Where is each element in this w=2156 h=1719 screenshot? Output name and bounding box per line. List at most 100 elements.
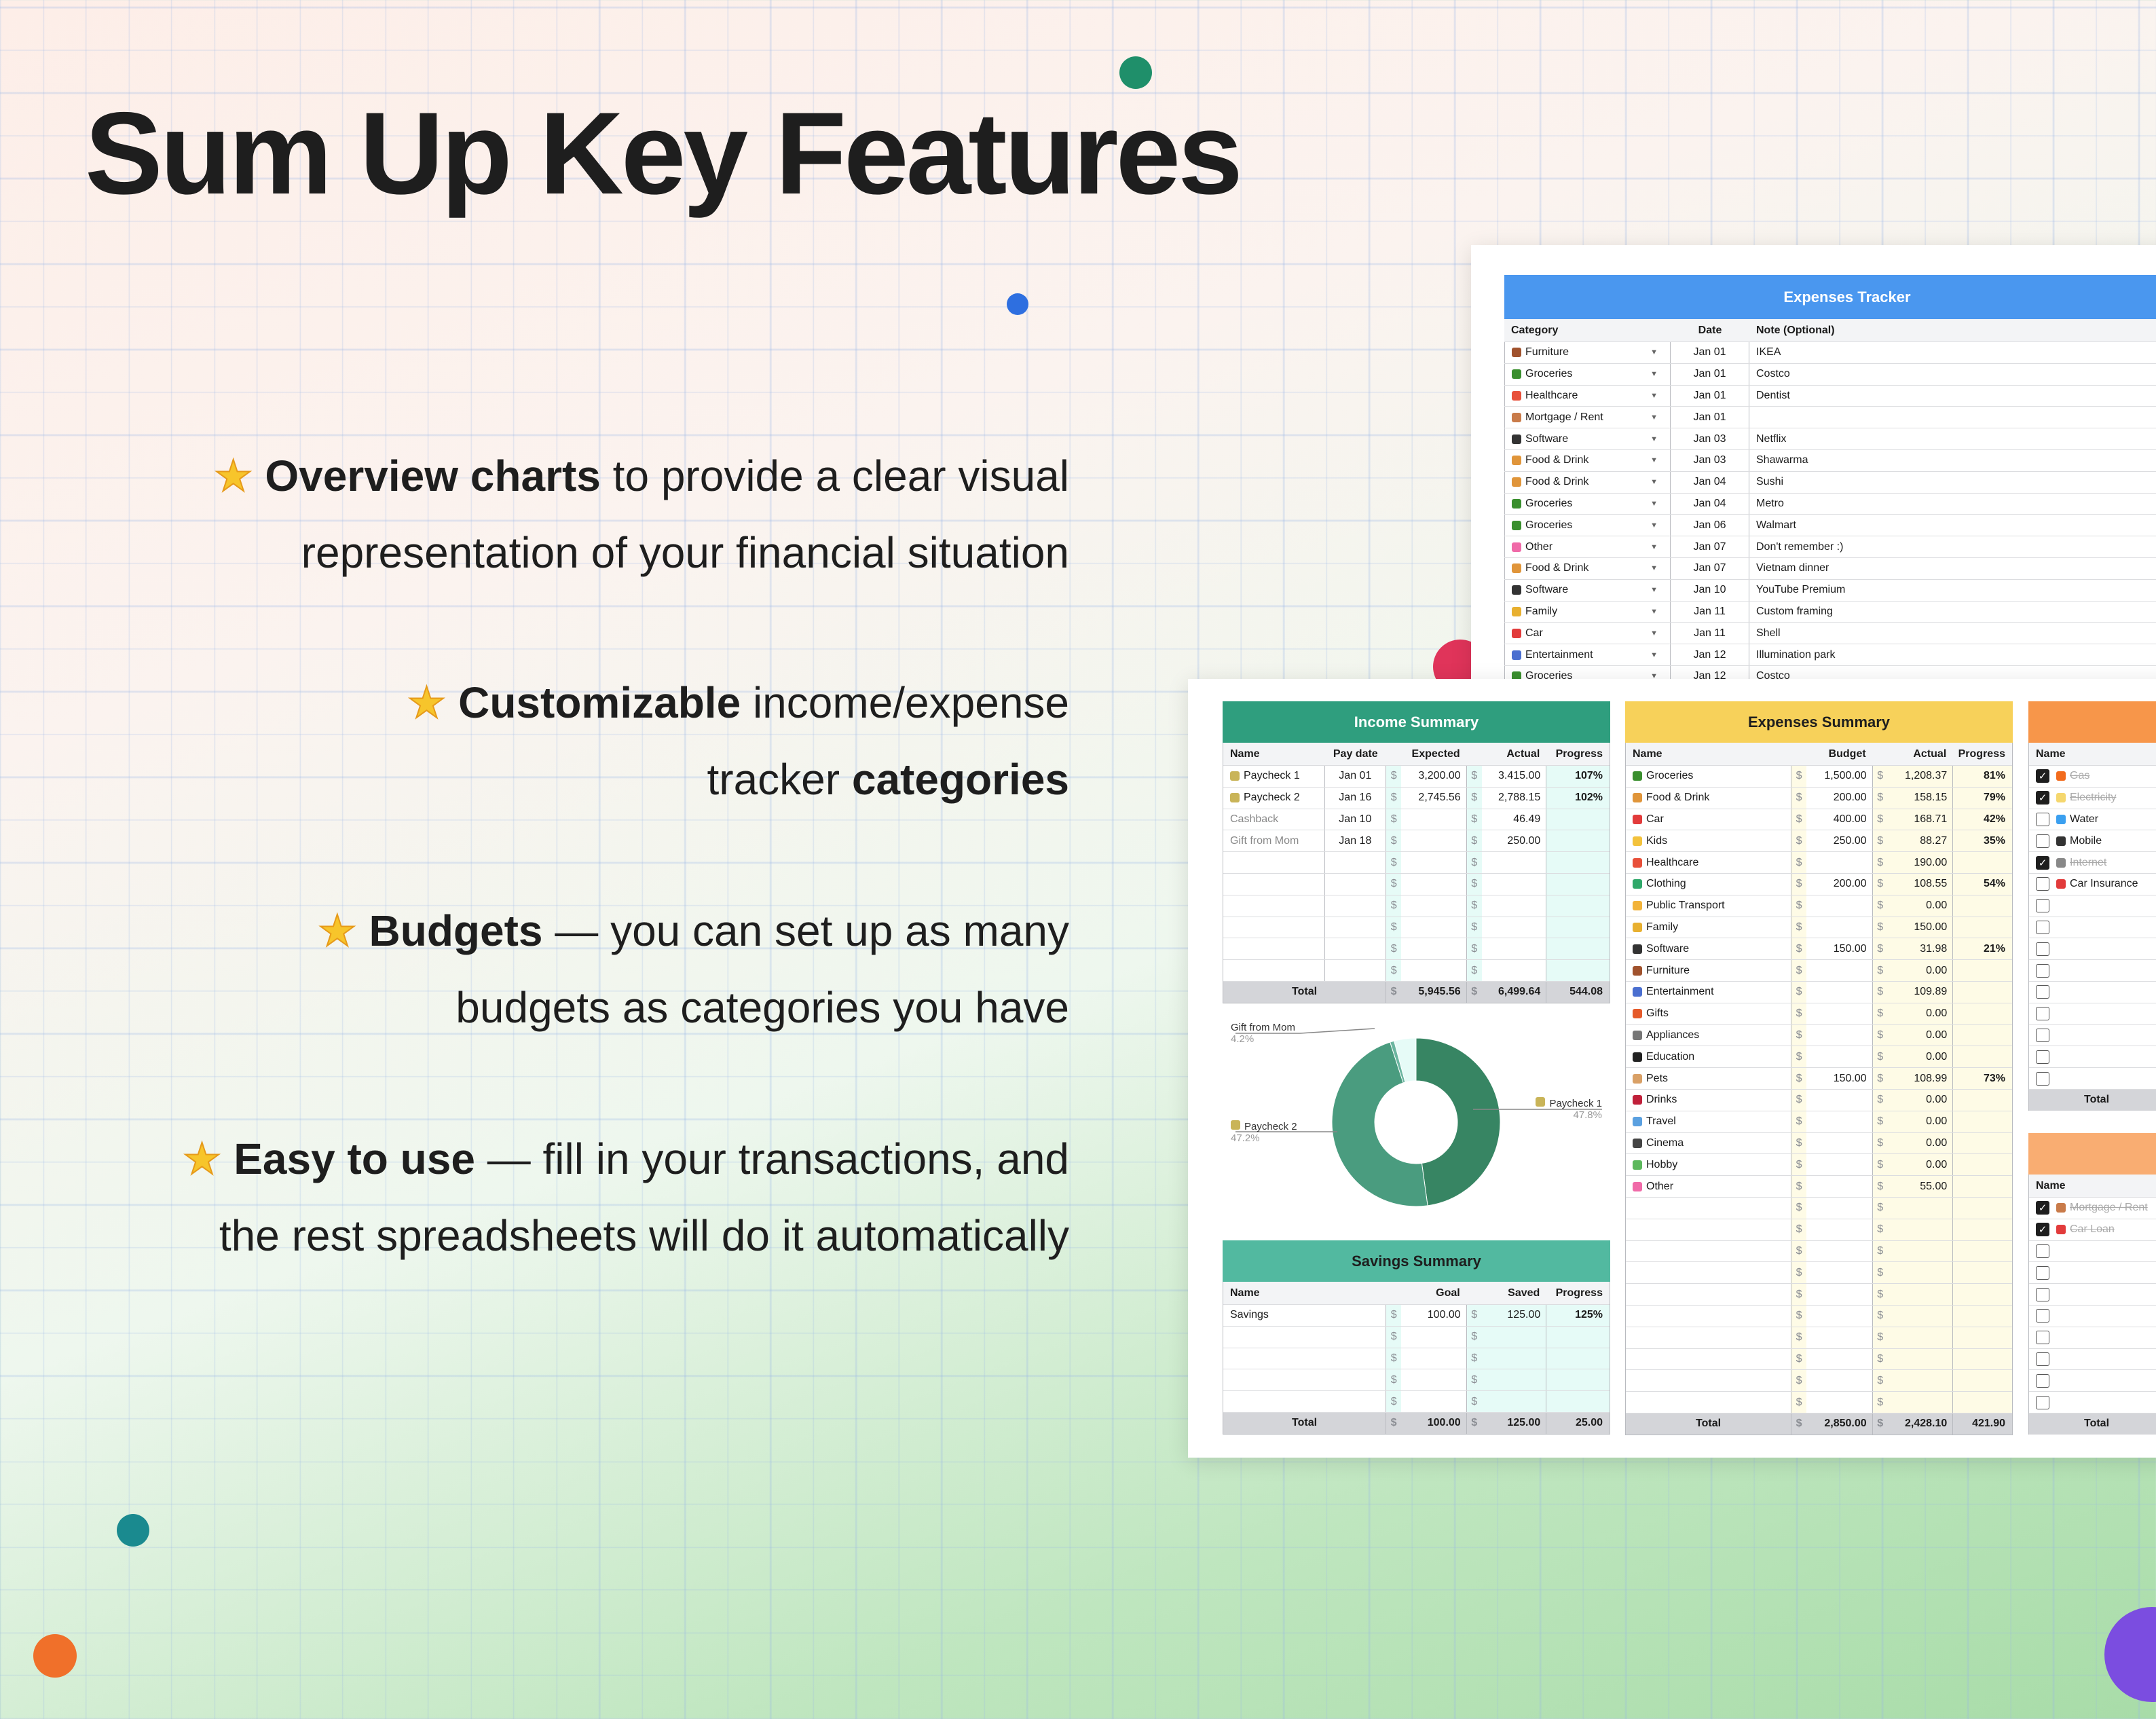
budget-cell[interactable]: $ — [1791, 1111, 1873, 1132]
budget-cell[interactable]: $ — [1791, 1024, 1873, 1046]
goal-cell[interactable]: $ — [1386, 1326, 1467, 1348]
checkbox[interactable] — [2036, 1352, 2049, 1366]
income-name[interactable] — [1223, 873, 1325, 895]
actual-cell[interactable]: $0.00 — [1872, 1089, 1954, 1111]
pay-date-cell[interactable]: Jan 16 — [1325, 787, 1387, 809]
expected-cell[interactable]: $2,745.56 — [1386, 787, 1467, 809]
checkbox[interactable]: ✓ — [2036, 1223, 2049, 1237]
budget-cell[interactable]: $ — [1791, 1392, 1873, 1413]
checkbox[interactable] — [2036, 1373, 2049, 1388]
category-select[interactable]: Family ▼ — [1504, 601, 1671, 623]
actual-cell[interactable]: $0.00 — [1872, 960, 1954, 981]
note-cell[interactable]: Illumination park — [1749, 644, 2156, 665]
category-select[interactable]: Food & Drink ▼ — [1504, 449, 1671, 471]
actual-cell[interactable]: $ — [1466, 917, 1547, 938]
budget-cell[interactable]: $1,500.00 — [1791, 766, 1873, 787]
budget-cell[interactable]: $ — [1791, 981, 1873, 1003]
donut-slice[interactable] — [1415, 1037, 1501, 1206]
expense-name[interactable]: Entertainment — [1626, 981, 1792, 1003]
dropdown-arrow-icon[interactable]: ▼ — [1650, 586, 1658, 594]
dropdown-arrow-icon[interactable]: ▼ — [1650, 348, 1658, 356]
expense-name[interactable]: Kids — [1626, 830, 1792, 852]
date-cell[interactable]: Jan 07 — [1671, 536, 1749, 557]
actual-cell[interactable]: $ — [1466, 873, 1547, 895]
total-expected[interactable]: $5,945.56 — [1386, 981, 1467, 1003]
actual-cell[interactable]: $0.00 — [1872, 1111, 1954, 1132]
actual-cell[interactable]: $46.49 — [1466, 809, 1547, 830]
category-select[interactable]: Car ▼ — [1504, 623, 1671, 644]
budget-cell[interactable]: $ — [1791, 917, 1873, 938]
actual-cell[interactable]: $250.00 — [1466, 830, 1547, 852]
budget-cell[interactable]: $ — [1791, 1284, 1873, 1305]
income-name[interactable]: Gift from Mom — [1223, 830, 1325, 852]
actual-cell[interactable]: $0.00 — [1872, 1003, 1954, 1024]
budget-cell[interactable]: $ — [1791, 852, 1873, 873]
pay-date-cell[interactable]: Jan 18 — [1325, 830, 1387, 852]
pay-date-cell[interactable] — [1325, 895, 1387, 917]
date-cell[interactable]: Jan 04 — [1671, 471, 1749, 493]
note-cell[interactable]: Walmart — [1749, 515, 2156, 536]
expense-name[interactable] — [1626, 1305, 1792, 1327]
checkbox[interactable] — [2036, 1309, 2049, 1323]
expense-name[interactable]: Groceries — [1626, 766, 1792, 787]
expense-name[interactable] — [1626, 1219, 1792, 1240]
checkbox[interactable] — [2036, 834, 2049, 848]
expense-name[interactable]: Hobby — [1626, 1154, 1792, 1176]
total-saved[interactable]: $125.00 — [1467, 1412, 1547, 1434]
dropdown-arrow-icon[interactable]: ▼ — [1650, 543, 1658, 551]
note-cell[interactable]: Metro — [1749, 494, 2156, 515]
note-cell[interactable]: Costco — [1749, 364, 2156, 385]
actual-cell[interactable]: $ — [1872, 1197, 1954, 1219]
expense-name[interactable]: Software — [1626, 938, 1792, 960]
expense-name[interactable]: Car — [1626, 809, 1792, 830]
income-name[interactable] — [1223, 852, 1325, 873]
budget-cell[interactable]: $ — [1791, 1219, 1873, 1240]
budget-cell[interactable]: $ — [1791, 1046, 1873, 1068]
expense-name[interactable] — [1626, 1262, 1792, 1284]
saved-cell[interactable]: $ — [1466, 1326, 1547, 1348]
actual-cell[interactable]: $ — [1466, 852, 1547, 873]
total-actual[interactable]: $6,499.64 — [1467, 981, 1547, 1003]
actual-cell[interactable]: $168.71 — [1872, 809, 1954, 830]
checkbox[interactable] — [2036, 920, 2049, 934]
budget-cell[interactable]: $ — [1791, 1348, 1873, 1370]
expense-name[interactable]: Appliances — [1626, 1024, 1792, 1046]
actual-cell[interactable]: $3.415.00 — [1466, 766, 1547, 787]
budget-cell[interactable]: $200.00 — [1791, 873, 1873, 895]
expected-cell[interactable]: $ — [1386, 960, 1467, 981]
note-cell[interactable]: Custom framing — [1749, 602, 2156, 623]
budget-cell[interactable]: $400.00 — [1791, 809, 1873, 830]
budget-cell[interactable]: $ — [1791, 1197, 1873, 1219]
expense-name[interactable]: Other — [1626, 1176, 1792, 1197]
checkbox[interactable] — [2036, 1287, 2049, 1301]
goal-cell[interactable]: $ — [1386, 1391, 1467, 1412]
actual-cell[interactable]: $ — [1466, 960, 1547, 981]
date-cell[interactable]: Jan 03 — [1671, 449, 1749, 471]
category-select[interactable]: Entertainment ▼ — [1504, 644, 1671, 665]
expected-cell[interactable]: $ — [1386, 852, 1467, 873]
date-cell[interactable]: Jan 11 — [1671, 601, 1749, 623]
actual-cell[interactable]: $ — [1872, 1327, 1954, 1348]
budget-cell[interactable]: $ — [1791, 1154, 1873, 1176]
budget-cell[interactable]: $250.00 — [1791, 830, 1873, 852]
total-goal[interactable]: $100.00 — [1386, 1412, 1467, 1434]
checkbox[interactable] — [2036, 1244, 2049, 1258]
expected-cell[interactable]: $ — [1386, 938, 1467, 960]
checkbox[interactable]: ✓ — [2036, 791, 2049, 805]
pay-date-cell[interactable] — [1325, 938, 1387, 960]
actual-cell[interactable]: $0.00 — [1872, 1154, 1954, 1176]
date-cell[interactable]: Jan 11 — [1671, 623, 1749, 644]
note-cell[interactable]: Sushi — [1749, 472, 2156, 493]
actual-cell[interactable]: $ — [1466, 938, 1547, 960]
actual-cell[interactable]: $158.15 — [1872, 787, 1954, 809]
expense-name[interactable] — [1626, 1197, 1792, 1219]
expense-name[interactable]: Gifts — [1626, 1003, 1792, 1024]
note-cell[interactable] — [1749, 407, 2156, 428]
savings-name[interactable] — [1223, 1369, 1387, 1391]
pay-date-cell[interactable]: Jan 01 — [1325, 766, 1387, 787]
expense-name[interactable]: Clothing — [1626, 873, 1792, 895]
expense-name[interactable]: Public Transport — [1626, 895, 1792, 917]
income-name[interactable]: Cashback — [1223, 809, 1325, 830]
checkbox[interactable] — [2036, 1050, 2049, 1064]
expense-name[interactable]: Pets — [1626, 1068, 1792, 1089]
